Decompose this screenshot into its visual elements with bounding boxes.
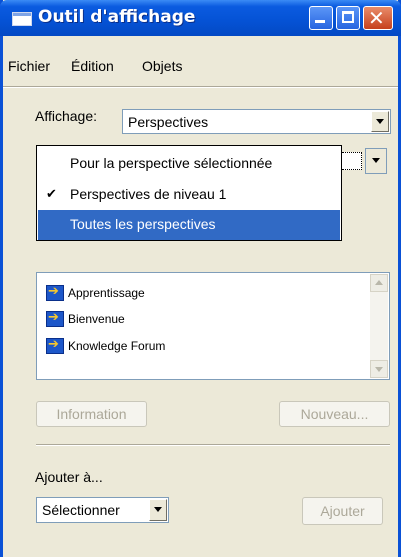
affichage-value: Perspectives (128, 114, 209, 130)
list-item-label: Apprentissage (68, 286, 145, 300)
dropdown-item-label: Perspectives de niveau 1 (70, 186, 227, 202)
close-icon: ✕ (368, 6, 385, 30)
close-button[interactable]: ✕ (363, 6, 393, 30)
chevron-down-icon[interactable] (149, 499, 167, 521)
arrow-icon (46, 284, 64, 301)
window: Outil d'affichage ✕ Fichier Édition Obje… (0, 0, 401, 557)
menu-edition[interactable]: Édition (71, 58, 114, 74)
ajouter-button[interactable]: Ajouter (302, 497, 383, 525)
list-item-label: Bienvenue (68, 312, 125, 326)
maximize-icon (342, 11, 354, 23)
list-item-label: Knowledge Forum (68, 339, 166, 353)
nouveau-button[interactable]: Nouveau... (279, 401, 390, 427)
chevron-down-icon[interactable] (365, 148, 387, 174)
window-icon (12, 12, 32, 26)
scroll-down-button[interactable] (370, 360, 388, 378)
ajouter-select-value: Sélectionner (42, 502, 120, 518)
maximize-button[interactable] (336, 6, 360, 30)
checkmark-icon: ✔ (46, 186, 57, 201)
information-button[interactable]: Information (36, 401, 147, 427)
section-divider (36, 444, 390, 446)
perspectives-list[interactable]: Apprentissage Bienvenue Knowledge Forum (36, 272, 390, 380)
dropdown-item-selected-perspective[interactable]: Pour la perspective sélectionnée (38, 149, 340, 179)
affichage-select[interactable]: Perspectives (122, 109, 391, 134)
dropdown-item-level-1[interactable]: ✔ Perspectives de niveau 1 (38, 180, 340, 210)
window-title: Outil d'affichage (38, 7, 196, 27)
title-bar[interactable]: Outil d'affichage ✕ (0, 0, 401, 36)
minimize-button[interactable] (309, 6, 333, 30)
menu-objets[interactable]: Objets (142, 58, 182, 74)
dropdown-item-label: Pour la perspective sélectionnée (70, 155, 273, 171)
affichage-label: Affichage: (35, 108, 98, 124)
scroll-up-button[interactable] (370, 274, 388, 292)
scrollbar[interactable] (370, 274, 388, 378)
focus-rect (342, 152, 362, 170)
dropdown-item-label: Toutes les perspectives (70, 216, 216, 232)
ajouter-label: Ajouter à... (35, 469, 103, 485)
arrow-icon (46, 310, 64, 327)
menu-separator (3, 86, 398, 88)
arrow-icon (46, 337, 64, 354)
perspective-dropdown: Pour la perspective sélectionnée ✔ Persp… (36, 145, 342, 241)
menu-bar: Fichier Édition Objets (3, 58, 398, 86)
minimize-icon (315, 20, 325, 23)
ajouter-select[interactable]: Sélectionner (36, 497, 169, 523)
chevron-down-icon[interactable] (371, 111, 389, 132)
menu-fichier[interactable]: Fichier (8, 58, 50, 74)
dropdown-item-all[interactable]: Toutes les perspectives (38, 210, 340, 240)
